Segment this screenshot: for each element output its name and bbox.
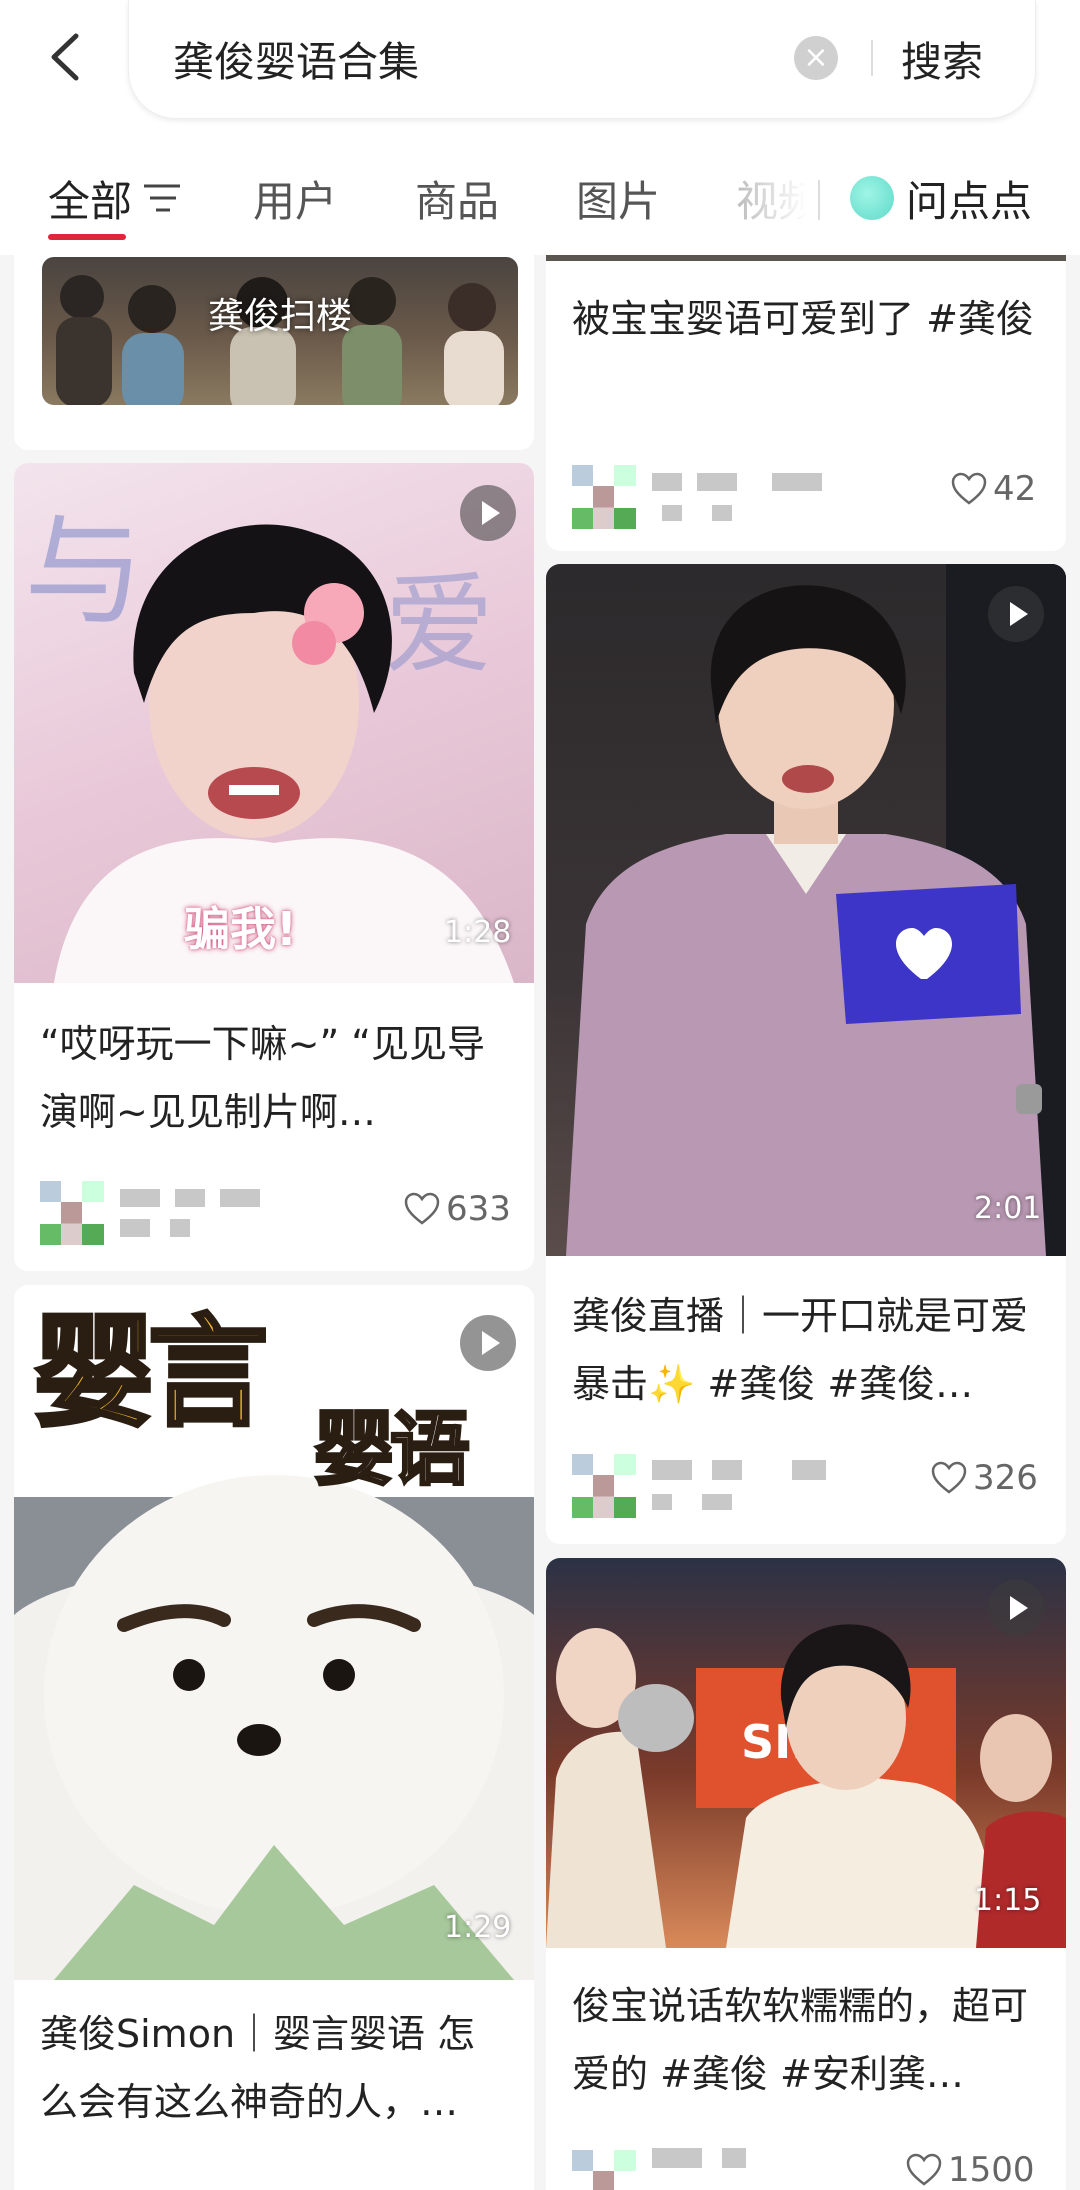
card-title: 龚俊Simon｜婴言婴语 怎么会有这么神奇的人，…: [40, 2012, 476, 2124]
search-input[interactable]: 龚俊婴语合集: [173, 28, 419, 88]
avatar[interactable]: [572, 2150, 636, 2190]
tab-images[interactable]: 图片: [576, 168, 660, 229]
like-count[interactable]: 326: [931, 1458, 1038, 1498]
thumbnail-overlay-text: 龚俊扫楼: [207, 296, 352, 337]
tab-products[interactable]: 商品: [415, 168, 499, 229]
tab-wendiandian[interactable]: 问点点: [906, 168, 1032, 229]
play-icon: [988, 1580, 1044, 1636]
heart-icon: [404, 1192, 440, 1225]
video-card[interactable]: 婴言 婴语 1:29 龚俊Simon｜婴言婴语 怎么会有这么神奇的人，…: [14, 1285, 534, 2190]
play-icon: [988, 586, 1044, 642]
search-bar[interactable]: 龚俊婴语合集 × 搜索: [128, 0, 1036, 119]
author-name-blurred: [652, 465, 852, 529]
video-card[interactable]: 与 爱 骗我! 1:28 “哎呀玩一下嘛~” “见见导演啊~见见制片啊… 633: [14, 463, 534, 1271]
heart-icon: [931, 1461, 967, 1494]
active-tab-indicator: [48, 234, 126, 240]
card-thumbnail: 2:01: [546, 564, 1066, 1256]
play-icon: [460, 1315, 516, 1371]
avatar[interactable]: [572, 465, 636, 529]
card-thumbnail: 婴言 婴语 1:29: [14, 1285, 534, 1980]
video-duration: 1:28: [444, 915, 512, 950]
author-name-blurred: [652, 2142, 852, 2190]
note-card[interactable]: 龚俊扫楼: [14, 255, 534, 450]
search-divider: [871, 40, 873, 76]
author-name-blurred: [120, 1181, 320, 1245]
tab-users[interactable]: 用户: [253, 168, 337, 229]
video-duration: 1:29: [444, 1910, 512, 1945]
thumbnail-caption: 骗我!: [184, 902, 297, 956]
result-tabs: 全部 用户 商品 图片 视频 问点点: [0, 150, 1080, 250]
svg-text:与: 与: [24, 503, 144, 642]
tab-scroll-fade: [735, 150, 825, 250]
back-arrow-icon[interactable]: [40, 22, 100, 92]
card-title: 俊宝说话软软糯糯的，超可爱的 #龚俊 #安利龚…: [572, 1984, 1029, 2096]
like-count[interactable]: 42: [951, 469, 1036, 509]
video-duration: 1:15: [974, 1883, 1042, 1918]
video-card[interactable]: SIN 1:15 俊宝说话软软糯糯的，超可爱的 #龚俊 #安利龚… 1500: [546, 1558, 1066, 2190]
author-name-blurred: [652, 1454, 852, 1518]
clear-icon[interactable]: ×: [794, 36, 838, 80]
heart-icon: [906, 2153, 942, 2186]
play-icon: [460, 485, 516, 541]
card-thumbnail: SIN 1:15: [546, 1558, 1066, 1948]
svg-text:爱: 爱: [384, 561, 494, 689]
qa-bubble-icon[interactable]: [850, 176, 894, 220]
filter-icon[interactable]: [140, 180, 184, 220]
video-card[interactable]: 2:01 龚俊直播｜一开口就是可爱暴击✨ #龚俊 #龚俊… 326: [546, 564, 1066, 1544]
sticker-text-bottom: 婴语: [313, 1402, 472, 1498]
like-count[interactable]: 1500: [906, 2150, 1035, 2190]
avatar[interactable]: [572, 1454, 636, 1518]
card-title: 被宝宝婴语可爱到了 #龚俊: [572, 297, 1034, 341]
note-card[interactable]: 被宝宝婴语可爱到了 #龚俊 42: [546, 255, 1066, 551]
sticker-text-top: 婴言: [32, 1302, 270, 1445]
like-count[interactable]: 633: [404, 1189, 511, 1229]
card-thumbnail: [546, 255, 1066, 261]
video-duration: 2:01: [974, 1191, 1042, 1226]
avatar[interactable]: [40, 1181, 104, 1245]
heart-icon: [951, 472, 987, 505]
tab-all[interactable]: 全部: [48, 168, 132, 229]
card-thumbnail: 与 爱 骗我! 1:28: [14, 463, 534, 983]
search-header: 龚俊婴语合集 × 搜索 全部 用户 商品 图片 视频 问点点: [0, 0, 1080, 255]
search-button[interactable]: 搜索: [901, 28, 983, 88]
card-title: “哎呀玩一下嘛~” “见见导演啊~见见制片啊…: [40, 1022, 485, 1134]
card-thumbnail: 龚俊扫楼: [42, 257, 518, 405]
tab-separator: [818, 180, 820, 220]
card-title: 龚俊直播｜一开口就是可爱暴击✨ #龚俊 #龚俊…: [572, 1294, 1029, 1406]
